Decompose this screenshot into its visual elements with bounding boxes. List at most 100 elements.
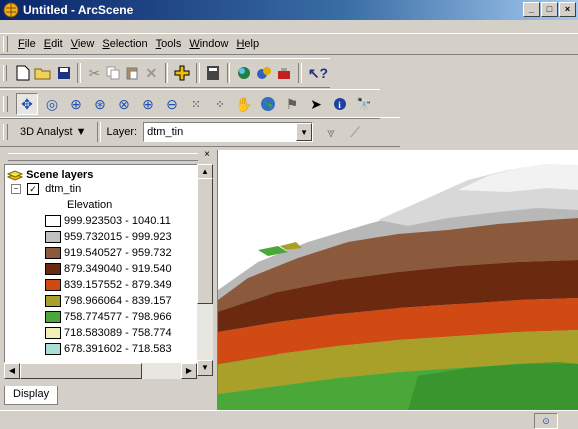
toc-header: ×	[4, 150, 214, 162]
identify-icon[interactable]: i	[330, 94, 350, 114]
menu-grip[interactable]	[3, 36, 8, 52]
paste-icon[interactable]	[125, 63, 140, 83]
menu-file[interactable]: File	[14, 38, 40, 50]
zoom-to-target-icon[interactable]: ⊛	[90, 94, 110, 114]
layer-select[interactable]: dtm_tin ▼	[143, 122, 314, 142]
menu-bar: File Edit View Selection Tools Window He…	[0, 33, 578, 55]
narrow-fov-icon[interactable]: ⁙	[186, 94, 206, 114]
layer-node-dtm-tin[interactable]: − ✓ dtm_tin	[11, 183, 81, 196]
scroll-left-icon[interactable]: ◀	[4, 363, 20, 379]
legend-swatch[interactable]	[45, 215, 61, 228]
scene-properties-icon[interactable]	[236, 63, 252, 83]
legend-swatch[interactable]	[45, 343, 61, 356]
toolbar-grip[interactable]	[3, 96, 8, 112]
toolbar-separator	[298, 63, 302, 83]
arcscene-globe-icon	[3, 2, 19, 18]
legend-label: 959.732015 - 999.923	[64, 231, 172, 243]
toolbar-separator	[226, 63, 231, 83]
toolbar-grip[interactable]	[3, 65, 8, 81]
contour-tool-icon[interactable]: ⩔	[321, 122, 341, 142]
save-icon[interactable]	[56, 63, 71, 83]
legend-label: 798.966064 - 839.157	[64, 295, 172, 307]
legend-swatch[interactable]	[45, 327, 61, 340]
legend-item: 959.732015 - 999.923	[45, 231, 172, 244]
legend-item: 999.923503 - 1040.11	[45, 215, 171, 228]
full-extent-globe-icon[interactable]	[258, 94, 278, 114]
toolbar-separator	[96, 122, 101, 142]
close-icon[interactable]: ×	[202, 150, 212, 160]
zoom-in-icon[interactable]: ⊕	[138, 94, 158, 114]
collapse-icon[interactable]: −	[11, 184, 21, 195]
find-binoculars-icon[interactable]: 🔭	[354, 94, 374, 114]
maximize-button[interactable]: □	[541, 2, 558, 17]
table-of-contents: × Scene layers − ✓ dtm_tin Elevation 999…	[4, 150, 214, 410]
title-bar: Untitled - ArcScene _ □ ×	[0, 0, 578, 20]
select-elements-icon[interactable]: ➤	[306, 94, 326, 114]
copy-icon[interactable]	[106, 63, 121, 83]
zoom-out-icon[interactable]: ⊖	[162, 94, 182, 114]
legend-swatch[interactable]	[45, 295, 61, 308]
scroll-right-icon[interactable]: ▶	[181, 363, 197, 379]
cut-icon[interactable]: ✂	[87, 63, 102, 83]
status-bar: ⊙	[0, 410, 578, 429]
3d-analyst-dropdown[interactable]: 3D Analyst ▼	[14, 126, 93, 138]
menu-view[interactable]: View	[67, 38, 99, 50]
chevron-down-icon[interactable]: ▼	[296, 123, 313, 141]
arctoolbox-icon[interactable]	[276, 63, 292, 83]
tab-display[interactable]: Display	[4, 386, 59, 405]
menu-selection[interactable]: Selection	[98, 38, 151, 50]
delete-icon[interactable]: ✕	[144, 63, 159, 83]
3d-analyst-toolbar: 3D Analyst ▼ Layer: dtm_tin ▼ ⩔ ⟋	[0, 117, 400, 147]
add-data-icon[interactable]	[174, 63, 190, 83]
navigate-icon[interactable]: ✥	[16, 93, 38, 115]
hscroll-thumb[interactable]	[20, 363, 142, 379]
legend-item: 678.391602 - 718.583	[45, 343, 172, 356]
legend-swatch[interactable]	[45, 247, 61, 260]
legend-item: 839.157552 - 879.349	[45, 279, 172, 292]
toc-horizontal-scrollbar[interactable]: ◀ ▶	[4, 363, 197, 379]
menu-edit[interactable]: Edit	[40, 38, 67, 50]
toc-grip[interactable]	[8, 153, 198, 161]
close-button[interactable]: ×	[559, 2, 576, 17]
legend-item: 718.583089 - 758.774	[45, 327, 172, 340]
animation-icon[interactable]	[256, 63, 272, 83]
menu-tools[interactable]: Tools	[152, 38, 186, 50]
scene-layers-node[interactable]: Scene layers	[6, 169, 94, 181]
calculator-icon[interactable]	[206, 63, 221, 83]
scroll-down-icon[interactable]: ▼	[197, 360, 213, 376]
minimize-button[interactable]: _	[523, 2, 540, 17]
legend-item: 919.540527 - 959.732	[45, 247, 172, 260]
toc-vertical-scrollbar[interactable]: ▲ ▼	[197, 164, 213, 376]
toolbar-grip[interactable]	[3, 124, 8, 140]
layers-stack-icon	[6, 170, 24, 181]
line-of-sight-icon[interactable]: ⟋	[345, 122, 365, 142]
new-document-icon[interactable]	[15, 63, 30, 83]
standard-toolbar: ✂ ✕ ↖?	[0, 58, 330, 88]
set-observer-icon[interactable]: ⊗	[114, 94, 134, 114]
menu-file-rest: ile	[24, 38, 36, 50]
scene-view[interactable]	[217, 150, 578, 410]
whats-this-icon[interactable]: ↖?	[308, 63, 328, 83]
legend-label: 758.774577 - 798.966	[64, 311, 172, 323]
select-features-icon[interactable]: ⚑	[282, 94, 302, 114]
fly-icon[interactable]: ◎	[42, 94, 62, 114]
legend-label: 999.923503 - 1040.11	[64, 215, 171, 227]
layer-select-value: dtm_tin	[147, 126, 184, 138]
status-compass-icon: ⊙	[534, 413, 558, 429]
legend-item: 879.349040 - 919.540	[45, 263, 172, 276]
toolbar-separator	[77, 63, 81, 83]
target-icon[interactable]: ⊕	[66, 94, 86, 114]
open-folder-icon[interactable]	[34, 63, 52, 83]
layer-visibility-checkbox[interactable]: ✓	[27, 183, 40, 196]
scene-layers-label: Scene layers	[26, 169, 94, 181]
scroll-thumb[interactable]	[197, 178, 213, 304]
legend-swatch[interactable]	[45, 231, 61, 244]
legend-swatch[interactable]	[45, 311, 61, 324]
menu-help[interactable]: Help	[232, 38, 263, 50]
legend-label: 718.583089 - 758.774	[64, 327, 172, 339]
pan-hand-icon[interactable]: ✋	[234, 94, 254, 114]
legend-swatch[interactable]	[45, 279, 61, 292]
menu-window[interactable]: Window	[185, 38, 232, 50]
legend-swatch[interactable]	[45, 263, 61, 276]
expand-fov-icon[interactable]: ⁘	[210, 94, 230, 114]
